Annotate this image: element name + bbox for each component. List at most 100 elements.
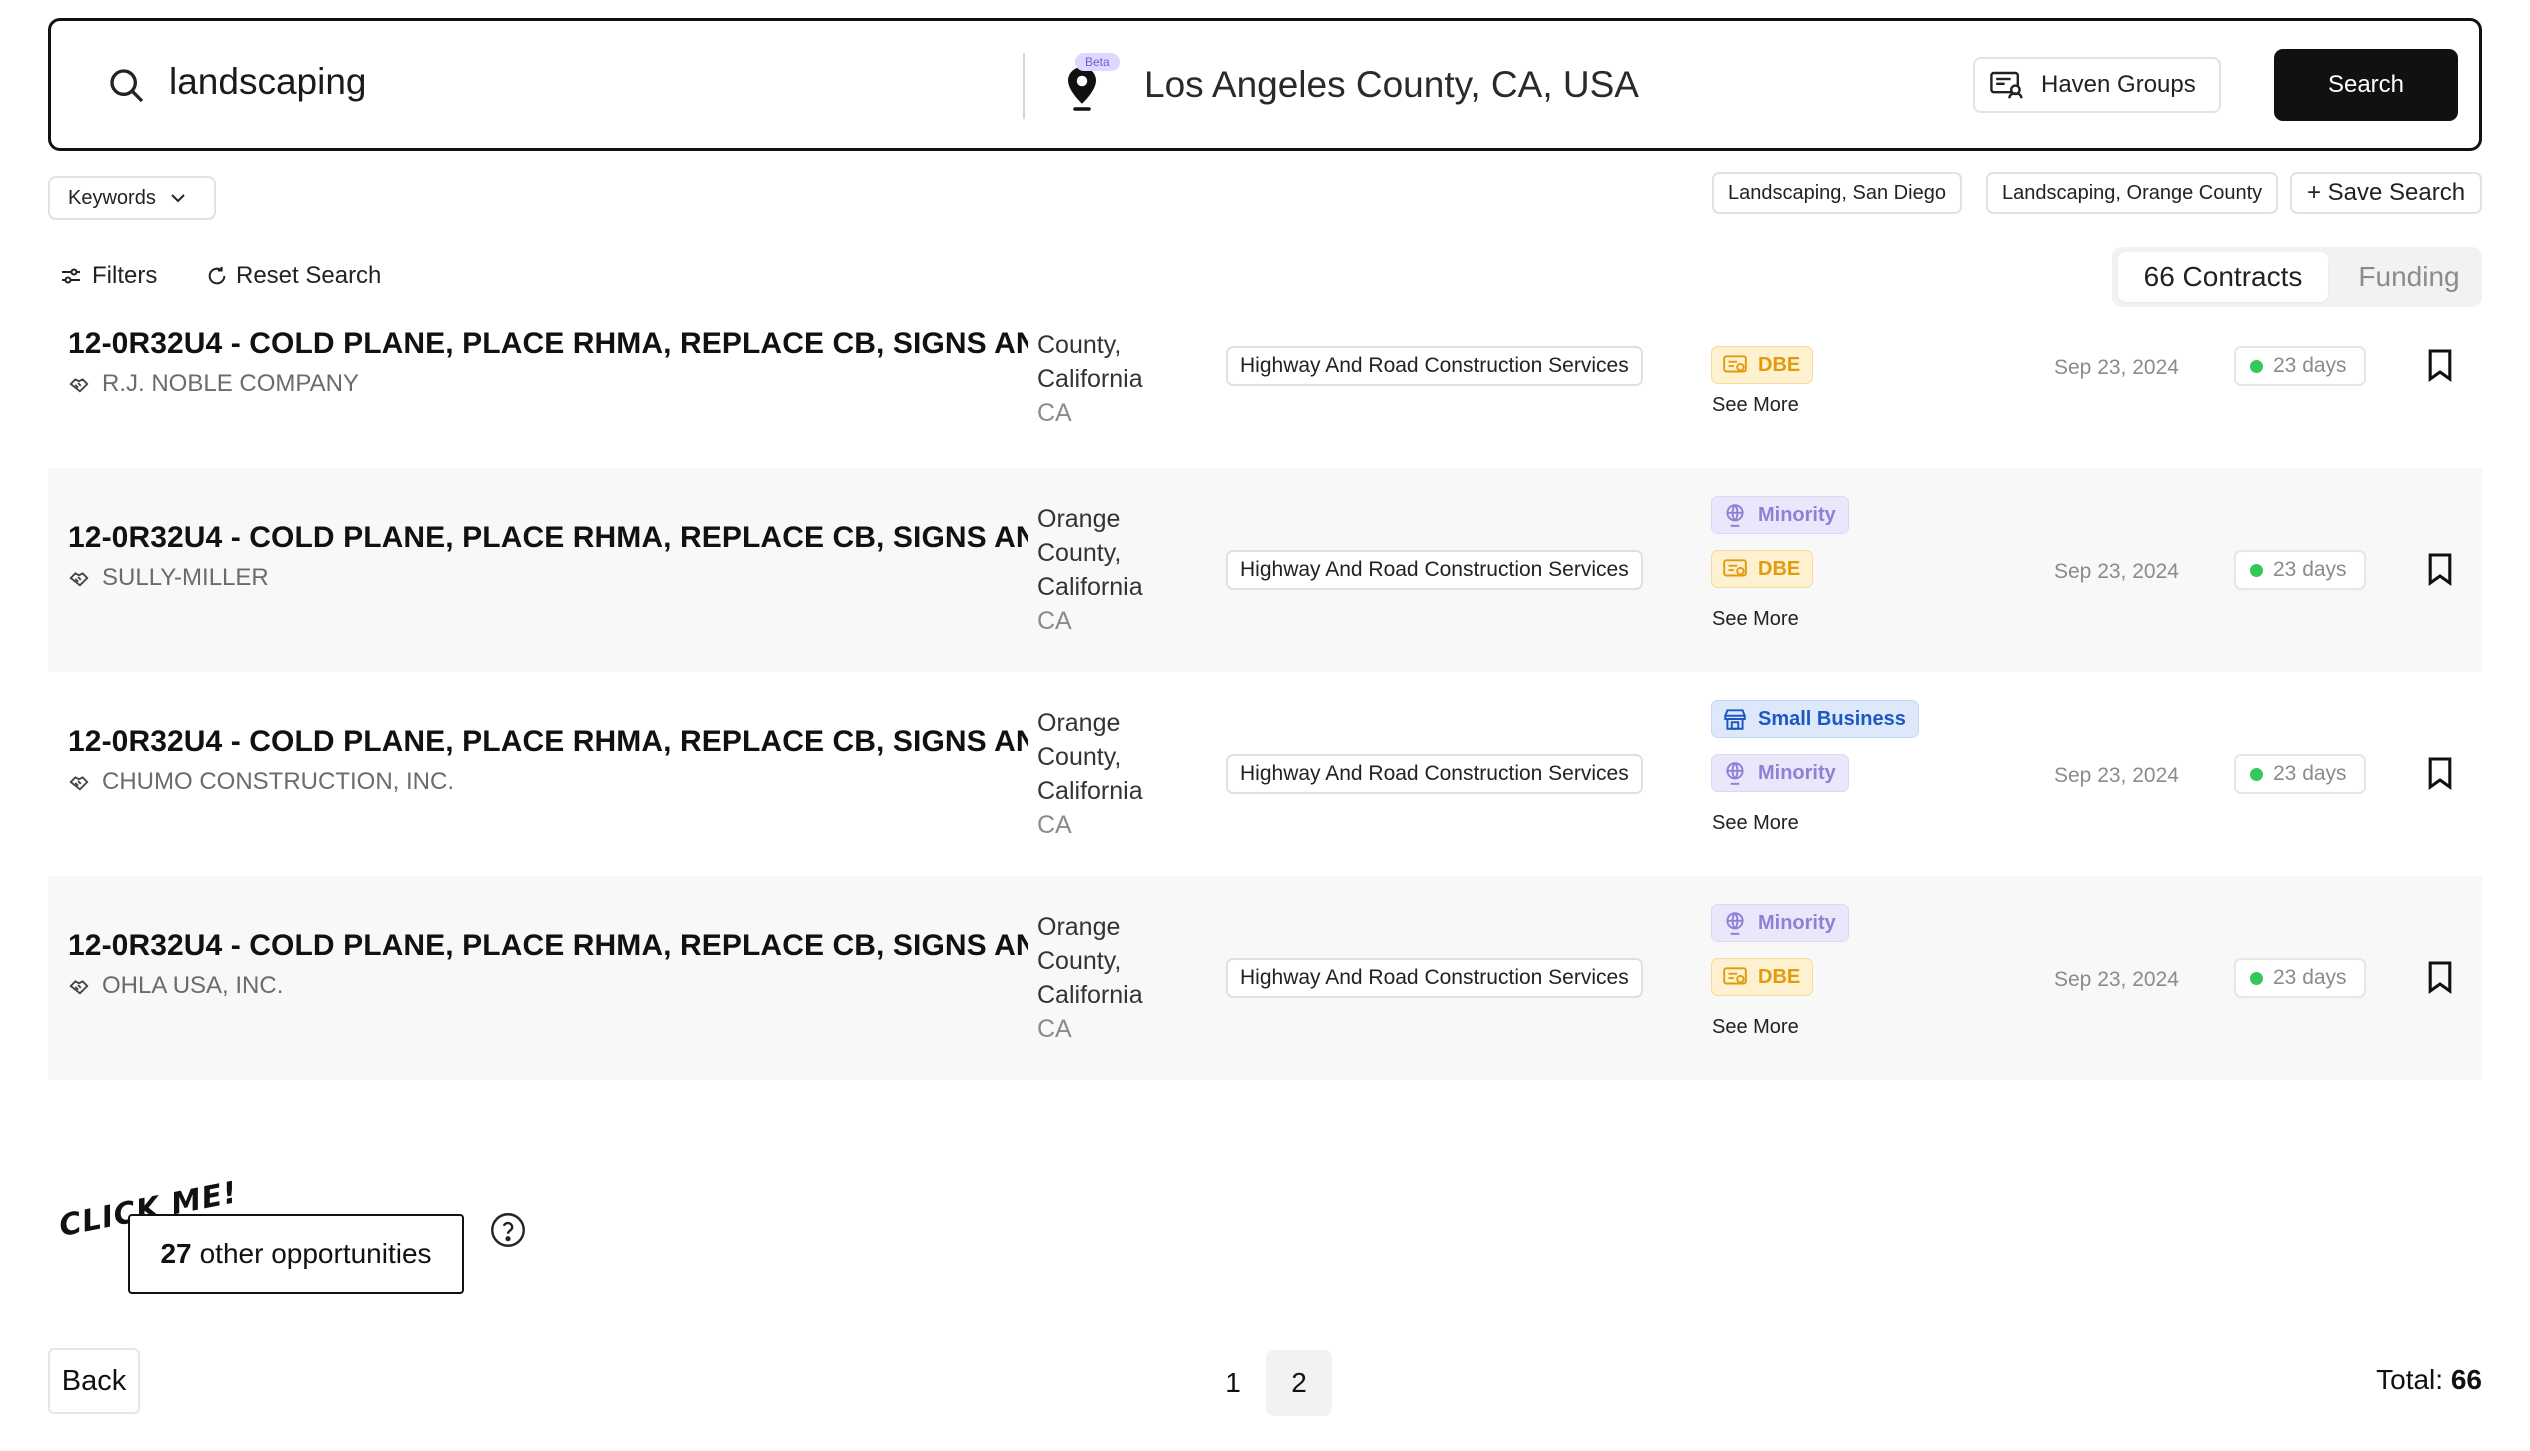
globe-person-icon [1726,912,1744,935]
company-label: CHUMO CONSTRUCTION, INC. [102,768,454,795]
location-text: Orange County, California CA [1037,502,1143,638]
category-tag: Highway And Road Construction Services [1226,346,1643,386]
minority-badge: Minority [1711,754,1849,792]
other-opportunities-button[interactable]: 27 other opportunities [128,1214,464,1294]
days-label: 23 days [2273,354,2347,377]
haven-groups-label: Haven Groups [2041,71,2196,98]
handshake-icon [69,980,89,995]
location-line: California [1037,365,1143,393]
haven-groups-button[interactable]: Haven Groups [1973,57,2221,113]
saved-search-chip[interactable]: Landscaping, San Diego [1712,172,1962,214]
contract-title[interactable]: 12-0R32U4 - COLD PLANE, PLACE RHMA, REPL… [68,725,1028,759]
location-text: County, California CA [1037,328,1143,430]
save-search-button[interactable]: + Save Search [2290,172,2482,214]
page-2-button[interactable]: 2 [1266,1350,1332,1416]
reset-search-button[interactable]: Reset Search [206,262,381,290]
dbe-badge: DBE [1711,550,1814,588]
keyword-search-input[interactable]: landscaping [169,61,366,103]
handshake-icon [69,378,89,393]
badge-label: Minority [1758,761,1836,784]
status-dot-icon [2250,767,2263,781]
state-code: CA [1037,1015,1072,1043]
location-search-input[interactable]: Los Angeles County, CA, USA [1144,64,1639,106]
total-value: 66 [2450,1364,2482,1395]
small-business-badge: Small Business [1711,700,1919,738]
contract-title[interactable]: 12-0R32U4 - COLD PLANE, PLACE RHMA, REPL… [68,327,1028,361]
location-line: Orange [1037,913,1121,941]
search-button[interactable]: Search [2274,49,2458,121]
bookmark-icon[interactable] [2426,756,2454,790]
page-1-button[interactable]: 1 [1200,1350,1266,1416]
results-tabs: 66 Contracts Funding [2112,247,2482,307]
search-divider [1023,53,1025,119]
company-name: SULLY-MILLER [68,564,269,592]
location-line: County, [1037,947,1122,975]
location-line: Orange [1037,505,1121,533]
company-label: SULLY-MILLER [102,564,269,591]
badge-label: Minority [1758,503,1836,526]
days-label: 23 days [2273,966,2347,989]
search-icon [110,69,144,103]
tab-funding[interactable]: Funding [2342,252,2476,302]
list-item[interactable]: 12-0R32U4 - COLD PLANE, PLACE RHMA, REPL… [48,312,2482,428]
certificate-icon [1723,967,1747,985]
bookmark-icon[interactable] [2426,960,2454,994]
badge-label: Minority [1758,911,1836,934]
category-tag: Highway And Road Construction Services [1226,754,1643,794]
filters-button[interactable]: Filters [60,262,157,290]
due-date: Sep 23, 2024 [2054,560,2179,583]
beta-badge: Beta [1075,53,1120,71]
store-icon [1724,709,1746,730]
days-label: 23 days [2273,762,2347,785]
other-opportunities-count: 27 [160,1238,192,1269]
badge-label: DBE [1758,353,1801,376]
keywords-dropdown[interactable]: Keywords [48,176,216,220]
bookmark-icon[interactable] [2426,552,2454,586]
state-code: CA [1037,399,1072,427]
saved-search-chip[interactable]: Landscaping, Orange County [1986,172,2279,214]
certificate-icon [1723,559,1747,577]
tab-contracts[interactable]: 66 Contracts [2118,252,2328,302]
location-line: County, [1037,743,1122,771]
keywords-dropdown-label: Keywords [68,186,156,209]
bookmark-icon[interactable] [2426,348,2454,382]
status-dot-icon [2250,971,2263,985]
location-line: California [1037,981,1143,1009]
dbe-badge: DBE [1711,346,1814,384]
total-label: Total: [2376,1364,2444,1395]
company-name: OHLA USA, INC. [68,972,283,1000]
days-remaining-badge: 23 days [2234,958,2366,998]
badge-label: DBE [1758,557,1801,580]
refresh-icon [208,266,226,285]
contracts-list: 12-0R32U4 - COLD PLANE, PLACE RHMA, REPL… [48,312,2482,1082]
location-line: California [1037,573,1143,601]
see-more-link[interactable]: See More [1712,812,1799,835]
sliders-icon [62,268,80,284]
list-item[interactable]: 12-0R32U4 - COLD PLANE, PLACE RHMA, REPL… [48,468,2482,672]
status-dot-icon [2250,563,2263,577]
category-tag: Highway And Road Construction Services [1226,550,1643,590]
contract-title[interactable]: 12-0R32U4 - COLD PLANE, PLACE RHMA, REPL… [68,521,1028,555]
category-tag: Highway And Road Construction Services [1226,958,1643,998]
see-more-link[interactable]: See More [1712,394,1799,417]
contract-title[interactable]: 12-0R32U4 - COLD PLANE, PLACE RHMA, REPL… [68,929,1028,963]
minority-badge: Minority [1711,904,1849,942]
badge-label: DBE [1758,965,1801,988]
see-more-link[interactable]: See More [1712,1016,1799,1039]
search-bar: landscaping Beta Los Angeles County, CA,… [48,18,2482,151]
company-label: R.J. NOBLE COMPANY [102,370,359,397]
location-text: Orange County, California CA [1037,910,1143,1046]
location-line: Orange [1037,709,1121,737]
certificate-icon [1723,355,1747,373]
handshake-icon [69,776,89,791]
help-icon[interactable] [490,1212,526,1248]
minority-badge: Minority [1711,496,1849,534]
globe-person-icon [1726,762,1744,785]
list-item[interactable]: 12-0R32U4 - COLD PLANE, PLACE RHMA, REPL… [48,876,2482,1080]
location-line: County, [1037,331,1122,359]
company-name: CHUMO CONSTRUCTION, INC. [68,768,454,796]
list-item[interactable]: 12-0R32U4 - COLD PLANE, PLACE RHMA, REPL… [48,672,2482,876]
company-name: R.J. NOBLE COMPANY [68,370,359,398]
see-more-link[interactable]: See More [1712,608,1799,631]
back-button[interactable]: Back [48,1348,140,1414]
